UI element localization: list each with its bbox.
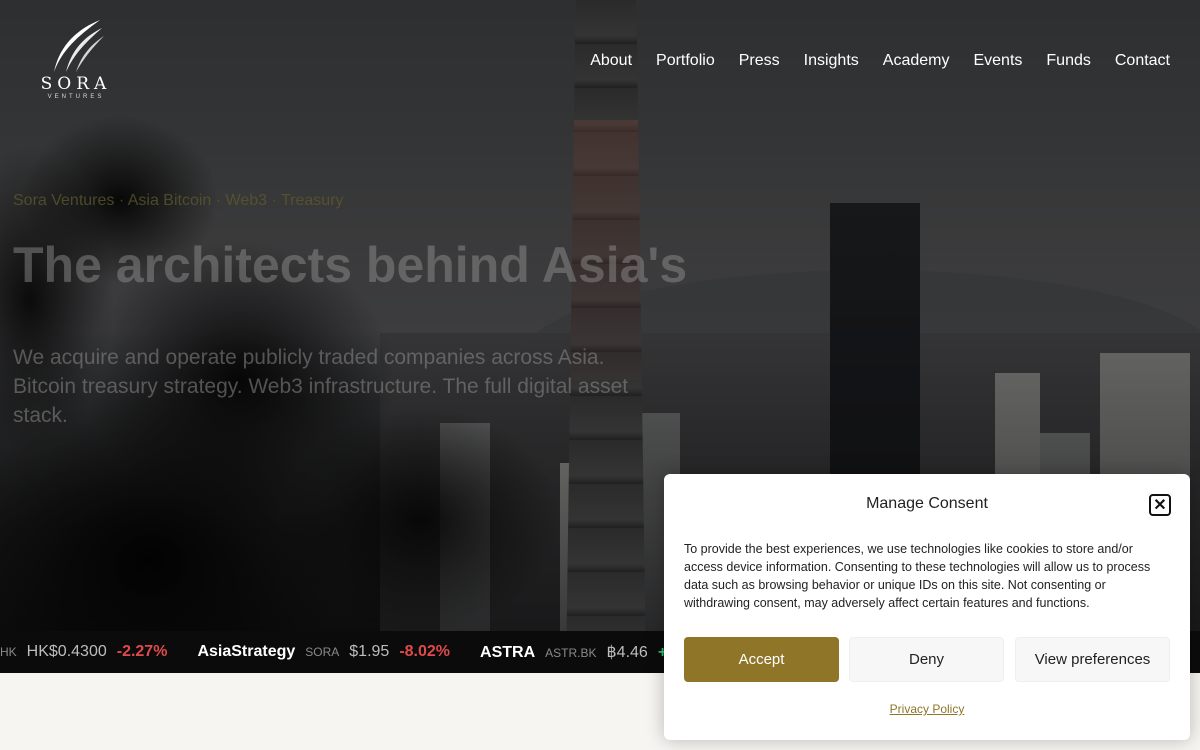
nav-press[interactable]: Press: [739, 52, 780, 70]
view-preferences-button[interactable]: View preferences: [1015, 637, 1170, 682]
nav-insights[interactable]: Insights: [804, 52, 859, 70]
consent-title: Manage Consent: [866, 495, 988, 512]
ticker-item: HK HK$0.4300 -2.27%: [0, 643, 167, 661]
sora-logo[interactable]: SORA VENTURES: [40, 18, 112, 104]
logo-subtext: VENTURES: [47, 94, 105, 100]
consent-dialog: Manage Consent ✕ To provide the best exp…: [664, 474, 1190, 740]
nav-portfolio[interactable]: Portfolio: [656, 52, 715, 70]
ticker-symbol: SORA: [305, 645, 340, 659]
close-icon[interactable]: ✕: [1149, 494, 1171, 516]
ticker-price: ฿4.46: [606, 644, 648, 661]
ticker-change: -8.02%: [399, 643, 451, 660]
ticker-price: HK$0.4300: [26, 643, 107, 660]
ticker-item: ASTRA ASTR.BK ฿4.46 +0.4: [480, 642, 689, 662]
ticker-symbol: ASTR.BK: [545, 646, 597, 660]
nav-academy[interactable]: Academy: [883, 52, 950, 70]
consent-body: To provide the best experiences, we use …: [684, 542, 1151, 610]
hero-subtext: We acquire and operate publicly traded c…: [13, 346, 629, 427]
ticker-symbol: HK: [0, 645, 17, 659]
nav-events[interactable]: Events: [973, 52, 1022, 70]
ticker-price: $1.95: [349, 643, 390, 660]
main-navigation: About Portfolio Press Insights Academy E…: [566, 52, 1170, 70]
nav-funds[interactable]: Funds: [1046, 52, 1090, 70]
nav-contact[interactable]: Contact: [1115, 52, 1170, 70]
ticker-item: AsiaStrategy SORA $1.95 -8.02%: [197, 643, 450, 661]
hero-breadcrumb: Sora Ventures · Asia Bitcoin · Web3 · Tr…: [13, 192, 344, 209]
hero-headline: The architects behind Asia's: [13, 237, 688, 293]
ticker-name: ASTRA: [480, 644, 536, 661]
nav-about[interactable]: About: [590, 52, 632, 70]
privacy-policy-link[interactable]: Privacy Policy: [664, 702, 1190, 716]
deny-button[interactable]: Deny: [849, 637, 1004, 682]
ticker-change: -2.27%: [116, 643, 168, 660]
logo-wordmark: SORA: [40, 74, 112, 94]
feather-logo-icon: [54, 20, 104, 72]
accept-button[interactable]: Accept: [684, 637, 839, 682]
ticker-name: AsiaStrategy: [197, 643, 296, 660]
